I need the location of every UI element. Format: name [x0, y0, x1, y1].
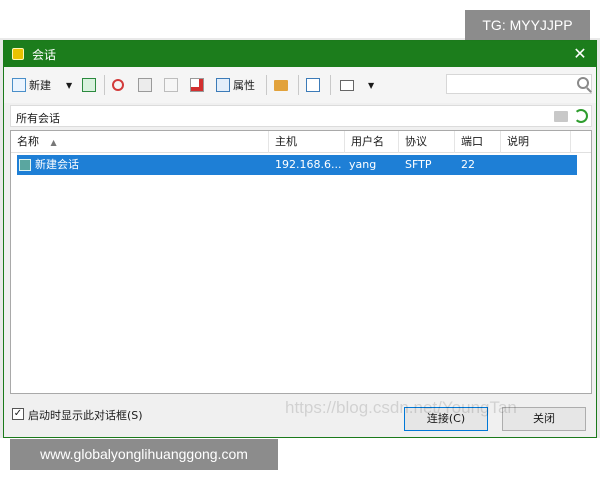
import-icon: [306, 78, 320, 92]
site-overlay-badge: www.globalyonglihuanggong.com: [10, 439, 278, 470]
app-icon: [12, 48, 24, 60]
search-input[interactable]: [446, 74, 592, 94]
import-button[interactable]: [306, 75, 320, 95]
column-header-port[interactable]: 端口: [455, 131, 501, 153]
new-session-icon: [12, 78, 26, 92]
session-dialog: 会话 ✕ 新建 ▼ 属性 ▼ 所有会话 名称 ▲ 主机 用户名 协议 端口 说明…: [3, 40, 597, 438]
session-protocol: SFTP: [405, 158, 432, 171]
column-header-row: 名称 ▲ 主机 用户名 协议 端口 说明: [11, 131, 591, 153]
session-list[interactable]: 名称 ▲ 主机 用户名 协议 端口 说明 新建会话 192.168.6... y…: [10, 130, 592, 394]
startup-checkbox-label[interactable]: 启动时显示此对话框(S): [28, 407, 143, 423]
window-title: 会话: [32, 48, 57, 62]
session-port: 22: [461, 158, 475, 171]
column-header-user[interactable]: 用户名: [345, 131, 399, 153]
view-dropdown-button[interactable]: ▼: [368, 75, 374, 95]
close-icon[interactable]: ✕: [568, 43, 592, 65]
session-host: 192.168.6...: [275, 158, 342, 171]
view-list-icon: [340, 79, 354, 91]
new-dropdown-button[interactable]: ▼: [66, 75, 72, 95]
delete-icon: [190, 78, 204, 92]
session-name: 新建会话: [35, 158, 79, 171]
toolbar-divider: [330, 75, 331, 95]
copy-button[interactable]: [138, 75, 152, 95]
startup-checkbox[interactable]: ✓: [12, 408, 24, 420]
column-header-name[interactable]: 名称 ▲: [11, 131, 269, 153]
properties-label: 属性: [233, 79, 255, 92]
chevron-down-icon: ▼: [368, 80, 375, 90]
open-session-icon: [82, 78, 96, 92]
toolbar: 新建 ▼ 属性 ▼: [4, 67, 596, 103]
paste-button[interactable]: [164, 75, 178, 95]
cut-button[interactable]: [112, 75, 124, 95]
chevron-down-icon: ▼: [66, 80, 73, 90]
column-header-description[interactable]: 说明: [501, 131, 571, 153]
sort-ascending-icon: ▲: [50, 138, 57, 147]
watermark-text: https://blog.csdn.net/YoungTan: [285, 398, 517, 417]
table-row[interactable]: 新建会话 192.168.6... yang SFTP 22: [17, 155, 577, 175]
session-icon: [19, 159, 31, 171]
toolbar-divider: [266, 75, 267, 95]
paste-icon: [164, 78, 178, 92]
delete-button[interactable]: [190, 75, 204, 95]
new-folder-button[interactable]: [274, 75, 288, 95]
column-header-label: 名称: [17, 135, 39, 148]
view-button[interactable]: [340, 75, 354, 95]
path-label: 所有会话: [16, 112, 60, 125]
copy-icon: [138, 78, 152, 92]
session-user: yang: [349, 158, 377, 171]
refresh-icon[interactable]: [574, 109, 588, 123]
title-bar[interactable]: 会话 ✕: [4, 41, 596, 67]
folder-up-icon[interactable]: [554, 111, 568, 122]
cut-icon: [112, 79, 124, 91]
open-session-button[interactable]: [82, 75, 96, 95]
new-session-button[interactable]: 新建: [12, 75, 51, 95]
toolbar-divider: [298, 75, 299, 95]
properties-button[interactable]: 属性: [216, 75, 255, 95]
toolbar-divider: [104, 75, 105, 95]
folder-icon: [274, 79, 288, 91]
properties-icon: [216, 78, 230, 92]
tg-overlay-badge: TG: MYYJJPP: [465, 10, 590, 40]
new-session-label: 新建: [29, 79, 51, 92]
column-header-protocol[interactable]: 协议: [399, 131, 455, 153]
column-header-host[interactable]: 主机: [269, 131, 345, 153]
search-icon[interactable]: [577, 77, 589, 89]
path-bar: 所有会话: [10, 105, 592, 127]
